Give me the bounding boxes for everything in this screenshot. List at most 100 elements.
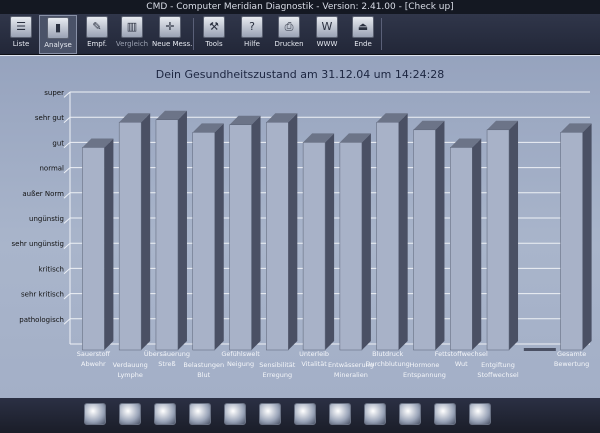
- grid-line-back: [63, 116, 71, 123]
- grid-icon[interactable]: [154, 403, 176, 425]
- bar-side: [435, 120, 445, 350]
- grid-line-back: [63, 293, 71, 300]
- bar-side: [509, 120, 519, 350]
- bar-side: [398, 113, 408, 350]
- x-tick-label: Bewertung: [554, 360, 589, 368]
- bar-side: [141, 113, 151, 350]
- x-tick-label: Fettstoffwechsel: [435, 350, 488, 358]
- y-tick-label: sehr ungünstig: [12, 240, 64, 248]
- grid-line-back: [63, 268, 71, 275]
- grid-line-back: [63, 318, 71, 325]
- bar-side: [582, 123, 592, 350]
- vessel-icon[interactable]: [259, 403, 281, 425]
- x-tick-label: Übersäuerung: [144, 349, 190, 358]
- kidney-icon[interactable]: [294, 403, 316, 425]
- x-tick-label: Blutdruck: [372, 350, 403, 358]
- nerve-icon[interactable]: [364, 403, 386, 425]
- toolbar-button-analyse[interactable]: ▮ Analyse: [39, 15, 77, 54]
- toolbar-button-label: Analyse: [44, 41, 72, 49]
- y-tick-label: normal: [39, 165, 64, 173]
- chart-area: Dein Gesundheitszustand am 31.12.04 um 1…: [0, 55, 600, 399]
- printer-icon: ⎙: [278, 16, 300, 38]
- x-tick-label: Durchblutung: [366, 360, 410, 368]
- heart-icon[interactable]: [224, 403, 246, 425]
- grid-line-back: [63, 91, 71, 98]
- x-tick-label: Abwehr: [81, 360, 106, 368]
- toolbar-button-vergleich[interactable]: ▥ Vergleich: [114, 15, 150, 52]
- help-icon: ?: [241, 16, 263, 38]
- toolbar-button-label: WWW: [316, 40, 338, 48]
- x-tick-label: Stoffwechsel: [477, 371, 519, 379]
- checker-icon[interactable]: [469, 403, 491, 425]
- new-measurement-icon: ✛: [159, 16, 181, 38]
- x-tick-label: Neigung: [227, 360, 254, 368]
- x-tick-label: Sensibilität: [259, 361, 296, 369]
- list-icon: ☰: [10, 16, 32, 38]
- bar-side: [214, 123, 224, 350]
- toolbar-button-www[interactable]: W WWW: [309, 15, 345, 52]
- x-tick-label: Streß: [158, 360, 175, 368]
- x-tick-label: Sauerstoff: [77, 350, 111, 358]
- toolbar-button-label: Ende: [354, 40, 372, 48]
- toolbar-button-drucken[interactable]: ⎙ Drucken: [271, 15, 307, 52]
- tooth-icon[interactable]: [119, 403, 141, 425]
- toolbar-button-label: Liste: [12, 40, 30, 48]
- y-tick-label: kritisch: [39, 265, 65, 273]
- web-icon: W: [316, 16, 338, 38]
- x-tick-label: Belastungen: [183, 361, 224, 369]
- grid-line-back: [63, 217, 71, 224]
- chart-svg: Dein Gesundheitszustand am 31.12.04 um 1…: [12, 68, 592, 379]
- grid-line-back: [63, 142, 71, 149]
- x-tick-label: Vitalität: [301, 360, 327, 368]
- bar: [486, 129, 510, 351]
- bar-side: [288, 113, 298, 350]
- bar: [376, 121, 399, 351]
- x-tick-label: Mineralien: [334, 371, 368, 379]
- toolbar-button-empf[interactable]: ✎ Empf.: [79, 15, 115, 52]
- bar: [413, 129, 436, 351]
- x-tick-label: Hormone: [410, 361, 440, 369]
- toolbar-button-label: Drucken: [274, 40, 304, 48]
- toolbar-button-label: Tools: [205, 40, 223, 48]
- x-tick-label: Entspannung: [403, 371, 446, 379]
- bar: [229, 124, 252, 351]
- toolbar-separator: [193, 18, 194, 50]
- grid-line-back: [63, 242, 71, 249]
- y-tick-label: pathologisch: [19, 316, 64, 324]
- bar: [192, 132, 215, 351]
- bar: [266, 121, 289, 351]
- y-tick-label: sehr gut: [35, 114, 64, 122]
- bar-side: [472, 138, 482, 350]
- bar: [450, 147, 473, 351]
- bar: [302, 142, 326, 351]
- empty-bar-base: [523, 348, 556, 351]
- bar-side: [325, 133, 335, 350]
- joint-icon[interactable]: [434, 403, 456, 425]
- x-tick-label: Erregung: [262, 371, 292, 379]
- globe-icon[interactable]: [84, 403, 106, 425]
- x-tick-label: Unterleib: [299, 350, 329, 358]
- bar: [82, 147, 105, 351]
- grid-line-back: [63, 167, 71, 174]
- toolbar-button-ende[interactable]: ⏏ Ende: [345, 15, 381, 52]
- toolbar-button-neue-mess[interactable]: ✛ Neue Mess.: [152, 15, 193, 52]
- toolbar-button-label: Hilfe: [244, 40, 260, 48]
- y-tick-label: super: [44, 89, 64, 97]
- tools-icon: ⚒: [203, 16, 225, 38]
- toolbar-button-tools[interactable]: ⚒ Tools: [196, 15, 232, 52]
- toolbar-separator: [381, 18, 382, 50]
- bar-side: [177, 110, 187, 350]
- toolbar-button-label: Neue Mess.: [152, 40, 193, 48]
- compare-icon: ▥: [121, 16, 143, 38]
- bar-side: [251, 115, 261, 350]
- x-tick-label: Gefühlswelt: [221, 350, 260, 358]
- grid-line-back: [63, 192, 71, 199]
- eye-icon[interactable]: [329, 403, 351, 425]
- cells-icon[interactable]: [189, 403, 211, 425]
- ear-icon[interactable]: [399, 403, 421, 425]
- bar: [560, 132, 583, 351]
- bar: [339, 142, 363, 351]
- toolbar-button-liste[interactable]: ☰ Liste: [3, 15, 39, 52]
- toolbar-button-hilfe[interactable]: ? Hilfe: [234, 15, 270, 52]
- y-tick-label: sehr kritisch: [21, 291, 64, 299]
